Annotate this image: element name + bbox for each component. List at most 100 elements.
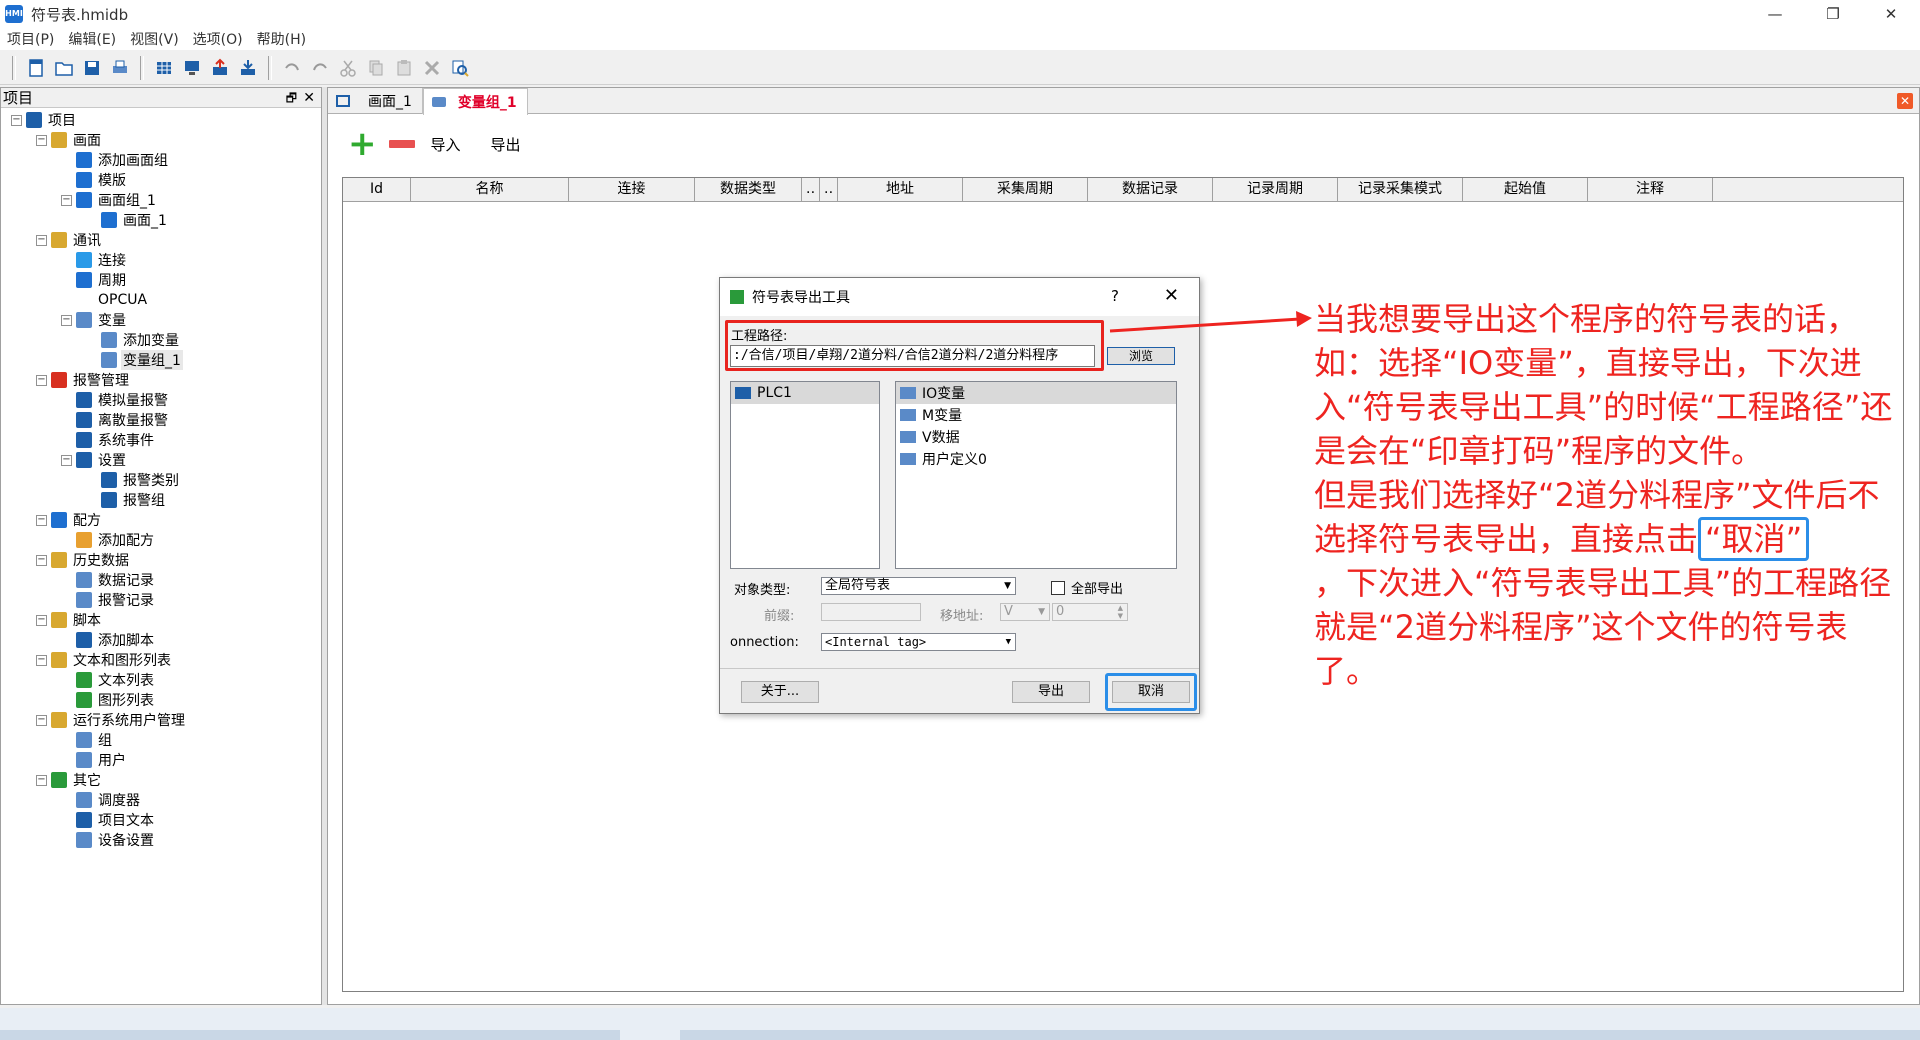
collapse-icon[interactable]: − xyxy=(36,234,47,246)
tree-item[interactable]: − 画面组_1 xyxy=(1,190,321,210)
list-item[interactable]: V数据 xyxy=(896,426,1176,448)
tree-item[interactable]: − 项目 xyxy=(1,110,321,130)
column-header-log-mode[interactable]: 记录采集模式 xyxy=(1338,178,1463,201)
menu-help[interactable]: 帮助(H) xyxy=(250,29,313,49)
transfer-button[interactable] xyxy=(234,55,262,81)
tree-item[interactable]: − 其它 xyxy=(1,770,321,790)
paste-button[interactable] xyxy=(390,55,418,81)
collapse-icon[interactable]: − xyxy=(36,774,47,786)
column-header-name[interactable]: 名称 xyxy=(411,178,569,201)
collapse-icon[interactable]: − xyxy=(36,654,47,666)
column-header-id[interactable]: Id xyxy=(343,178,411,201)
browse-button[interactable]: 浏览 xyxy=(1107,347,1175,365)
tree-item[interactable]: − 历史数据 xyxy=(1,550,321,570)
column-header-data-log[interactable]: 数据记录 xyxy=(1088,178,1213,201)
tree-item[interactable]: 添加变量 xyxy=(1,330,321,350)
tree-item[interactable]: − 报警管理 xyxy=(1,370,321,390)
column-header-array[interactable]: ‥ xyxy=(802,178,820,201)
menu-view[interactable]: 视图(V) xyxy=(123,29,186,49)
minimize-button[interactable]: — xyxy=(1746,0,1804,28)
menu-project[interactable]: 项目(P) xyxy=(0,29,61,49)
tree-item[interactable]: 数据记录 xyxy=(1,570,321,590)
tree-item[interactable]: − 画面 xyxy=(1,130,321,150)
redo-button[interactable] xyxy=(306,55,334,81)
tree-item[interactable]: 文本列表 xyxy=(1,670,321,690)
tree-item[interactable]: − 通讯 xyxy=(1,230,321,250)
column-header-data-type[interactable]: 数据类型 xyxy=(695,178,802,201)
tree-item[interactable]: 添加配方 xyxy=(1,530,321,550)
about-button[interactable]: 关于... xyxy=(741,681,819,703)
upload-button[interactable] xyxy=(206,55,234,81)
tree-item[interactable]: − 文本和图形列表 xyxy=(1,650,321,670)
close-button[interactable]: ✕ xyxy=(1862,0,1920,28)
column-header-acquisition-cycle[interactable]: 采集周期 xyxy=(963,178,1088,201)
tree-item[interactable]: − 脚本 xyxy=(1,610,321,630)
collapse-icon[interactable]: − xyxy=(61,454,72,466)
tree-item[interactable]: 项目文本 xyxy=(1,810,321,830)
tree-item[interactable]: 调度器 xyxy=(1,790,321,810)
compile-button[interactable] xyxy=(150,55,178,81)
list-item[interactable]: IO变量 xyxy=(896,382,1176,404)
tab-variable-group-1[interactable]: 变量组_1 xyxy=(422,88,528,115)
dialog-close-button[interactable]: ✕ xyxy=(1164,285,1179,306)
tree-item[interactable]: 添加画面组 xyxy=(1,150,321,170)
collapse-icon[interactable]: − xyxy=(36,554,47,566)
connection-select[interactable]: <Internal tag> ▼ xyxy=(821,633,1016,651)
column-header-log-cycle[interactable]: 记录周期 xyxy=(1213,178,1338,201)
menu-edit[interactable]: 编辑(E) xyxy=(61,29,123,49)
open-button[interactable] xyxy=(50,55,78,81)
object-type-select[interactable]: 全局符号表 ▼ xyxy=(821,577,1016,595)
undo-button[interactable] xyxy=(278,55,306,81)
delete-button[interactable] xyxy=(418,55,446,81)
tree-item[interactable]: − 配方 xyxy=(1,510,321,530)
column-header-connection[interactable]: 连接 xyxy=(569,178,695,201)
column-header-address[interactable]: 地址 xyxy=(838,178,963,201)
tree-item[interactable]: 模版 xyxy=(1,170,321,190)
collapse-icon[interactable]: − xyxy=(36,614,47,626)
export-confirm-button[interactable]: 导出 xyxy=(1012,681,1090,703)
save-button[interactable] xyxy=(78,55,106,81)
tree-item[interactable]: 系统事件 xyxy=(1,430,321,450)
add-icon[interactable]: + xyxy=(348,127,377,161)
tree-item[interactable]: 设备设置 xyxy=(1,830,321,850)
collapse-icon[interactable]: − xyxy=(61,194,72,206)
list-item[interactable]: 用户定义0 xyxy=(896,448,1176,470)
download-button[interactable] xyxy=(178,55,206,81)
collapse-icon[interactable]: − xyxy=(36,134,47,146)
collapse-icon[interactable]: − xyxy=(36,374,47,386)
collapse-icon[interactable]: − xyxy=(36,714,47,726)
tree-item[interactable]: 图形列表 xyxy=(1,690,321,710)
column-header-start-value[interactable]: 起始值 xyxy=(1463,178,1588,201)
close-tab-icon[interactable]: ✕ xyxy=(1897,93,1913,109)
export-all-checkbox[interactable]: 全部导出 xyxy=(1051,578,1123,597)
tree-item[interactable]: 报警组 xyxy=(1,490,321,510)
close-icon[interactable]: ✕ xyxy=(303,88,315,108)
tree-item[interactable]: − 设置 xyxy=(1,450,321,470)
tree-item[interactable]: 添加脚本 xyxy=(1,630,321,650)
tree-item[interactable]: OPCUA xyxy=(1,290,321,310)
help-button[interactable]: ? xyxy=(1111,287,1119,305)
tree-item[interactable]: 变量组_1 xyxy=(1,350,321,370)
pin-icon[interactable]: 🗗 xyxy=(286,88,297,108)
list-item[interactable]: PLC1 xyxy=(731,382,879,404)
tree-item[interactable]: 模拟量报警 xyxy=(1,390,321,410)
find-button[interactable] xyxy=(446,55,474,81)
tree-item[interactable]: − 运行系统用户管理 xyxy=(1,710,321,730)
tree-item[interactable]: 周期 xyxy=(1,270,321,290)
collapse-icon[interactable]: − xyxy=(36,514,47,526)
move-address-select[interactable]: V ▼ xyxy=(1000,603,1050,621)
list-item[interactable]: M变量 xyxy=(896,404,1176,426)
tree-item[interactable]: 连接 xyxy=(1,250,321,270)
import-button[interactable]: 导入 xyxy=(431,134,461,155)
move-address-spinner[interactable]: 0 ▲ ▼ xyxy=(1052,603,1128,621)
tree-item[interactable]: 报警记录 xyxy=(1,590,321,610)
remove-icon[interactable] xyxy=(388,140,415,148)
tree-item[interactable]: 画面_1 xyxy=(1,210,321,230)
tree-item[interactable]: 组 xyxy=(1,730,321,750)
print-button[interactable] xyxy=(106,55,134,81)
tree-item[interactable]: 离散量报警 xyxy=(1,410,321,430)
export-button[interactable]: 导出 xyxy=(491,134,521,155)
restore-button[interactable]: ❐ xyxy=(1804,0,1862,28)
tree-item[interactable]: − 变量 xyxy=(1,310,321,330)
prefix-input[interactable] xyxy=(821,603,921,621)
